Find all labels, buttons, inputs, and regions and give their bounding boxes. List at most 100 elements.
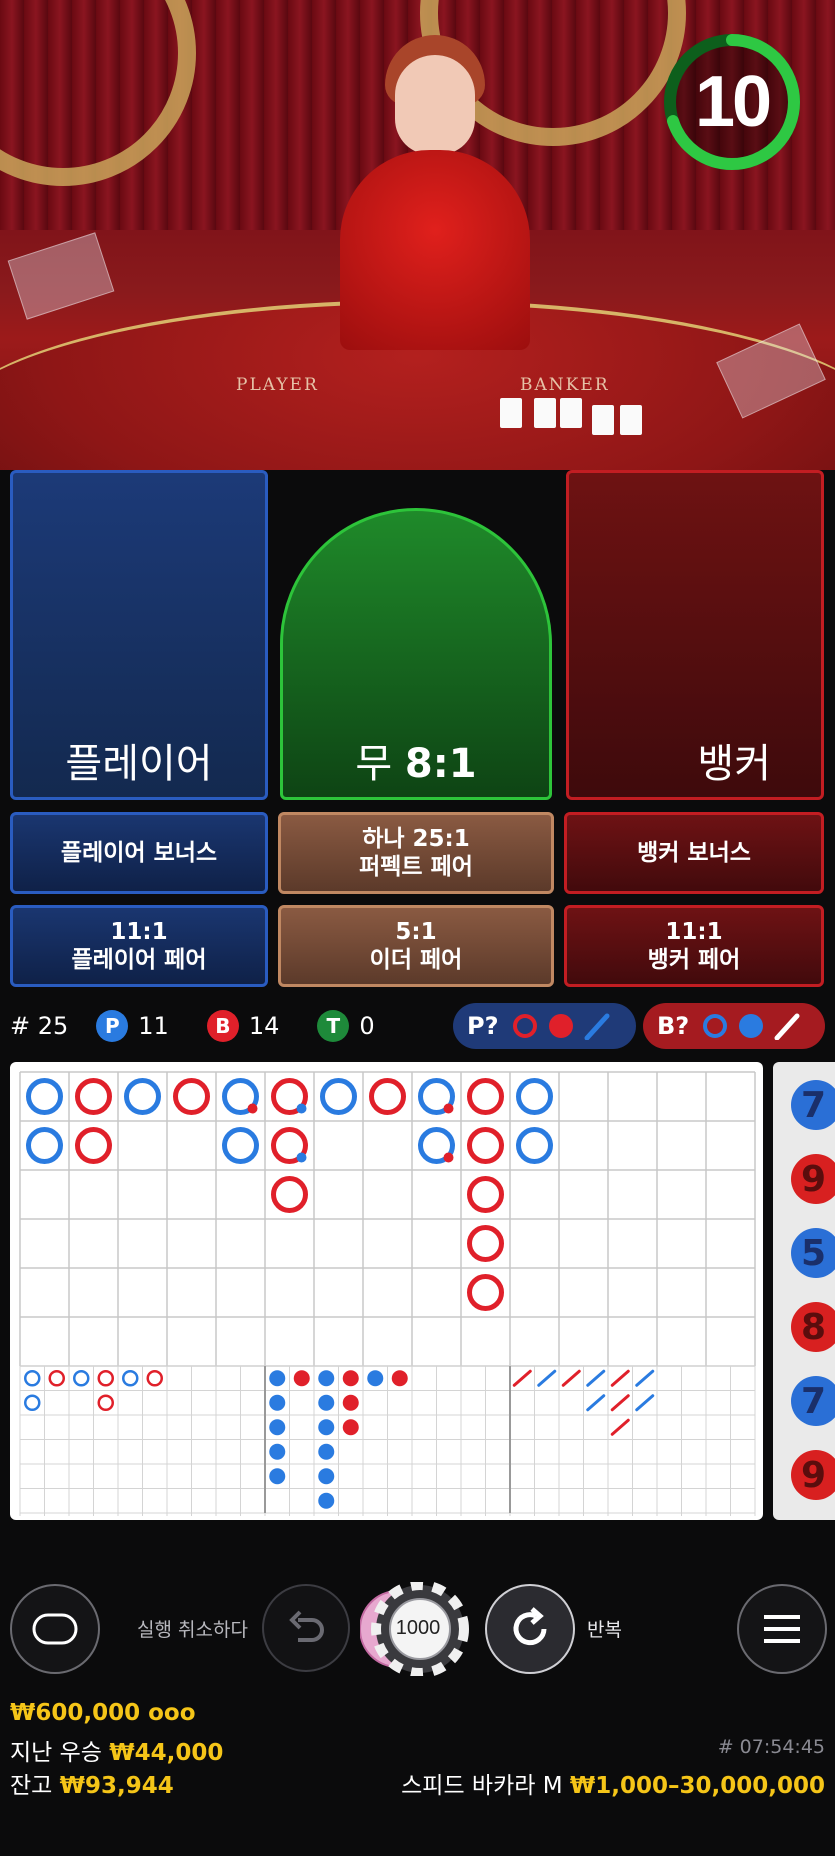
big-road-mark bbox=[467, 1127, 504, 1164]
repeat-label: 반복 bbox=[587, 1619, 622, 1641]
small-road-mark bbox=[318, 1468, 335, 1485]
slash-blue-icon bbox=[584, 1013, 610, 1040]
banker-prediction-button[interactable]: B? bbox=[643, 1003, 825, 1049]
small-road-mark bbox=[318, 1443, 335, 1460]
repeat-button[interactable] bbox=[485, 1584, 575, 1674]
player-pair-odds: 11:1 bbox=[110, 919, 168, 945]
big-road-mark bbox=[516, 1078, 553, 1115]
big-road-mark bbox=[75, 1078, 112, 1115]
tie-odds: 8:1 bbox=[404, 741, 477, 787]
big-eye-road-mark bbox=[24, 1370, 41, 1387]
either-pair-label: 이더 페어 bbox=[369, 947, 463, 973]
bet-spot-player-pair[interactable]: 11:1 플레이어 페어 bbox=[10, 905, 268, 987]
hamburger-icon bbox=[764, 1615, 800, 1643]
scoreboard-roadmap[interactable] bbox=[10, 1062, 763, 1520]
big-eye-road-mark bbox=[97, 1370, 114, 1387]
bet-spot-banker-pair[interactable]: 11:1 뱅커 페어 bbox=[564, 905, 824, 987]
player-prediction-label: P? bbox=[467, 1012, 499, 1040]
filled-circle-red-icon bbox=[548, 1014, 573, 1038]
big-road-mark bbox=[271, 1176, 308, 1213]
pair-dot-mark bbox=[296, 1103, 307, 1114]
bead-number: 9 bbox=[791, 1154, 835, 1204]
felt-player-label: PLAYER bbox=[236, 375, 319, 395]
banker-win-count: 14 bbox=[248, 1012, 280, 1040]
cockroach-road-mark bbox=[610, 1418, 630, 1436]
undo-label: 실행 취소하다 bbox=[137, 1619, 248, 1641]
round-id: # 07:54:45 bbox=[717, 1736, 825, 1758]
menu-button[interactable] bbox=[737, 1584, 827, 1674]
bet-spot-banker-bonus[interactable]: 뱅커 보너스 bbox=[564, 812, 824, 894]
countdown-timer-value: 10 bbox=[694, 62, 772, 142]
bet-spot-either-pair[interactable]: 5:1 이더 페어 bbox=[278, 905, 554, 987]
bet-spot-tie[interactable]: 무 8:1 bbox=[280, 508, 552, 800]
balance-value: ₩93,944 bbox=[59, 1773, 174, 1799]
felt-banker-label: BANKER bbox=[520, 375, 610, 395]
pair-dot-mark bbox=[247, 1103, 258, 1114]
big-road-mark bbox=[369, 1078, 406, 1115]
pair-dot-mark bbox=[443, 1152, 454, 1163]
big-road-mark bbox=[467, 1274, 504, 1311]
player-pair-label: 플레이어 페어 bbox=[71, 947, 207, 973]
bet-spot-player-bonus[interactable]: 플레이어 보너스 bbox=[10, 812, 268, 894]
cockroach-road-mark bbox=[586, 1369, 606, 1387]
tie-badge: T bbox=[317, 1010, 350, 1042]
cockroach-road-mark bbox=[512, 1369, 532, 1387]
tie-count: 0 bbox=[359, 1012, 375, 1040]
big-eye-road-mark bbox=[48, 1370, 65, 1387]
small-road-mark bbox=[269, 1468, 286, 1485]
bead-number: 8 bbox=[791, 1302, 835, 1352]
small-road-mark bbox=[391, 1370, 408, 1387]
repeat-icon bbox=[513, 1607, 547, 1646]
small-road-mark bbox=[318, 1419, 335, 1436]
last-win-label: 지난 우승 bbox=[10, 1740, 102, 1766]
big-eye-road-mark bbox=[97, 1394, 114, 1411]
big-road-mark bbox=[26, 1078, 63, 1115]
playing-card bbox=[534, 398, 556, 428]
balance-label: 잔고 bbox=[10, 1773, 53, 1799]
bead-number: 7 bbox=[791, 1376, 835, 1426]
bead-number: 9 bbox=[791, 1450, 835, 1500]
small-road-mark bbox=[342, 1419, 359, 1436]
perfect-pair-odds: 하나 25:1 bbox=[362, 826, 470, 852]
total-bet: ₩600,000 ooo bbox=[10, 1700, 196, 1726]
banker-pair-odds: 11:1 bbox=[665, 919, 723, 945]
playing-card bbox=[592, 405, 614, 435]
hollow-circle-blue-icon bbox=[703, 1014, 728, 1038]
bet-spot-player[interactable]: 플레이어 bbox=[10, 470, 268, 800]
round-stats: # 25 P 11 B 14 T 0 bbox=[10, 1004, 375, 1048]
small-road-mark bbox=[318, 1492, 335, 1509]
hollow-circle-red-icon bbox=[512, 1014, 537, 1038]
bead-number: 7 bbox=[791, 1080, 835, 1130]
card-shoe bbox=[7, 232, 115, 320]
big-road-mark bbox=[467, 1078, 504, 1115]
bead-number: 5 bbox=[791, 1228, 835, 1278]
big-eye-road-mark bbox=[122, 1370, 139, 1387]
undo-button[interactable] bbox=[262, 1584, 350, 1672]
player-prediction-button[interactable]: P? bbox=[453, 1003, 636, 1049]
table-info: 스피드 바카라 M ₩1,000–30,000,000 bbox=[401, 1766, 825, 1800]
either-pair-odds: 5:1 bbox=[395, 919, 437, 945]
roadmap-grid bbox=[19, 1071, 756, 1516]
cockroach-road-mark bbox=[610, 1369, 630, 1387]
table-name: 스피드 바카라 M bbox=[401, 1773, 563, 1799]
small-road-mark bbox=[293, 1370, 310, 1387]
bet-spot-banker[interactable]: 뱅커 bbox=[566, 470, 824, 800]
bet-spot-perfect-pair[interactable]: 하나 25:1 퍼펙트 페어 bbox=[278, 812, 554, 894]
dealer bbox=[340, 150, 530, 350]
chat-button[interactable] bbox=[10, 1584, 100, 1674]
player-win-count: 11 bbox=[138, 1012, 169, 1040]
player-win-badge: P bbox=[96, 1010, 129, 1042]
undo-icon bbox=[289, 1610, 324, 1642]
big-road-mark bbox=[467, 1176, 504, 1213]
banker-win-badge: B bbox=[206, 1010, 239, 1042]
cockroach-road-mark bbox=[586, 1394, 606, 1412]
banker-pair-label: 뱅커 페어 bbox=[647, 947, 741, 973]
big-eye-road-mark bbox=[24, 1394, 41, 1411]
bead-plate-panel[interactable]: 7 9 5 8 7 9 bbox=[773, 1062, 835, 1520]
banker-prediction-label: B? bbox=[657, 1012, 690, 1040]
table-limits: ₩1,000–30,000,000 bbox=[569, 1773, 825, 1799]
cockroach-road-mark bbox=[537, 1369, 557, 1387]
small-road-mark bbox=[318, 1394, 335, 1411]
big-road-mark bbox=[26, 1127, 63, 1164]
banker-bet-label: 뱅커 bbox=[697, 741, 771, 787]
